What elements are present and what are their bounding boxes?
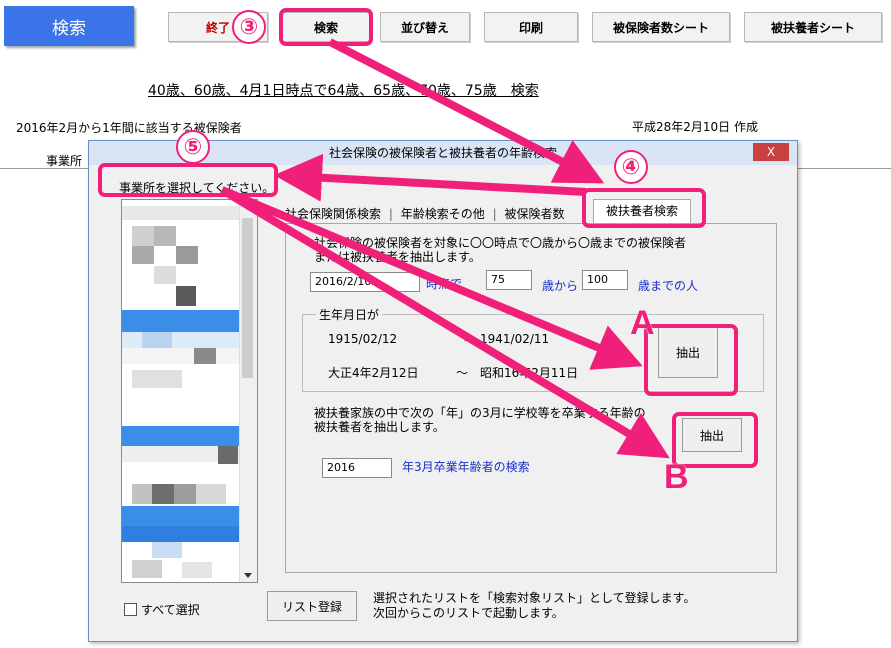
- step-5-marker: ⑤: [176, 130, 210, 164]
- letter-a-marker: A: [630, 304, 655, 342]
- arrow-list-to-a: [220, 186, 643, 370]
- annotation-arrows: [219, 38, 670, 459]
- step-3-marker: ③: [232, 10, 266, 44]
- highlight-list-label: [98, 163, 278, 197]
- highlight-search-button: [279, 8, 373, 46]
- arrow-list-to-b: [219, 186, 670, 459]
- highlight-extract-a: [644, 324, 738, 396]
- highlight-dependent-tab: [582, 188, 706, 228]
- step-4-marker: ④: [614, 150, 648, 184]
- letter-b-marker: B: [664, 458, 689, 496]
- arrow-tab-to-list: [274, 153, 587, 202]
- arrow-search-to-tab: [328, 38, 605, 184]
